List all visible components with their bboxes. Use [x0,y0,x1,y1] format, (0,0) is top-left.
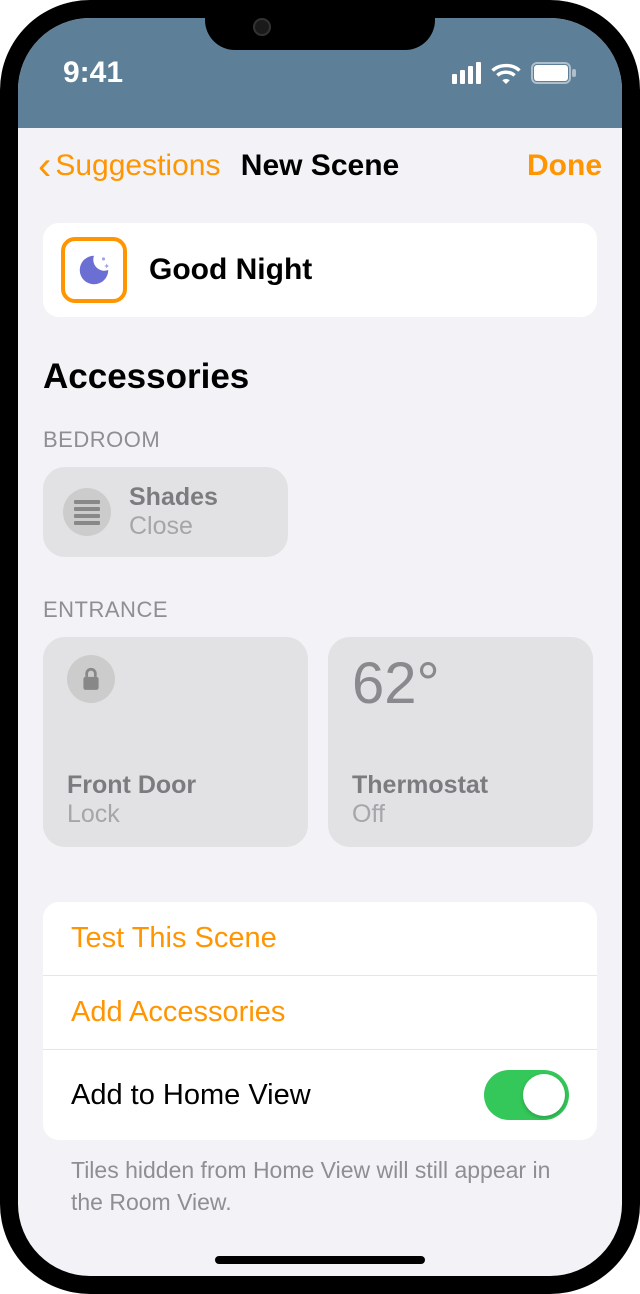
wifi-icon [491,62,521,84]
room-label-bedroom: BEDROOM [43,427,597,453]
options-list: Test This Scene Add Accessories Add to H… [43,902,597,1140]
back-button[interactable]: ‹ Suggestions [38,146,220,186]
accessory-tile-thermostat[interactable]: 62° Thermostat Off [328,637,593,847]
accessory-status: Off [352,800,569,829]
scene-name-label: Good Night [149,253,312,287]
accessory-status: Lock [67,800,284,829]
scene-icon-button[interactable] [61,237,127,303]
status-time: 9:41 [63,56,123,90]
accessory-tile-shades[interactable]: Shades Close [43,467,288,557]
room-label-entrance: ENTRANCE [43,597,597,623]
lock-icon [67,655,115,703]
home-indicator[interactable] [215,1256,425,1264]
accessory-name: Shades [129,483,218,512]
add-to-home-view-label: Add to Home View [71,1079,311,1112]
accessory-tile-front-door[interactable]: Front Door Lock [43,637,308,847]
battery-icon [531,62,577,84]
accessory-name: Front Door [67,771,284,800]
add-to-home-view-toggle[interactable] [484,1070,569,1120]
accessories-heading: Accessories [43,357,597,397]
moon-icon [75,251,113,289]
shades-icon [63,488,111,536]
chevron-left-icon: ‹ [38,146,51,186]
cellular-signal-icon [452,62,481,84]
navigation-bar: ‹ Suggestions New Scene Done [18,128,622,203]
add-to-home-view-row: Add to Home View [43,1050,597,1140]
back-label: Suggestions [55,149,220,183]
footer-hint: Tiles hidden from Home View will still a… [43,1140,597,1232]
accessory-status: Close [129,512,218,541]
done-button[interactable]: Done [527,149,602,183]
accessory-name: Thermostat [352,771,569,800]
page-title: New Scene [241,149,399,183]
test-scene-button[interactable]: Test This Scene [43,902,597,976]
add-accessories-button[interactable]: Add Accessories [43,976,597,1050]
thermostat-temperature: 62° [352,655,440,713]
scene-name-card[interactable]: Good Night [43,223,597,317]
